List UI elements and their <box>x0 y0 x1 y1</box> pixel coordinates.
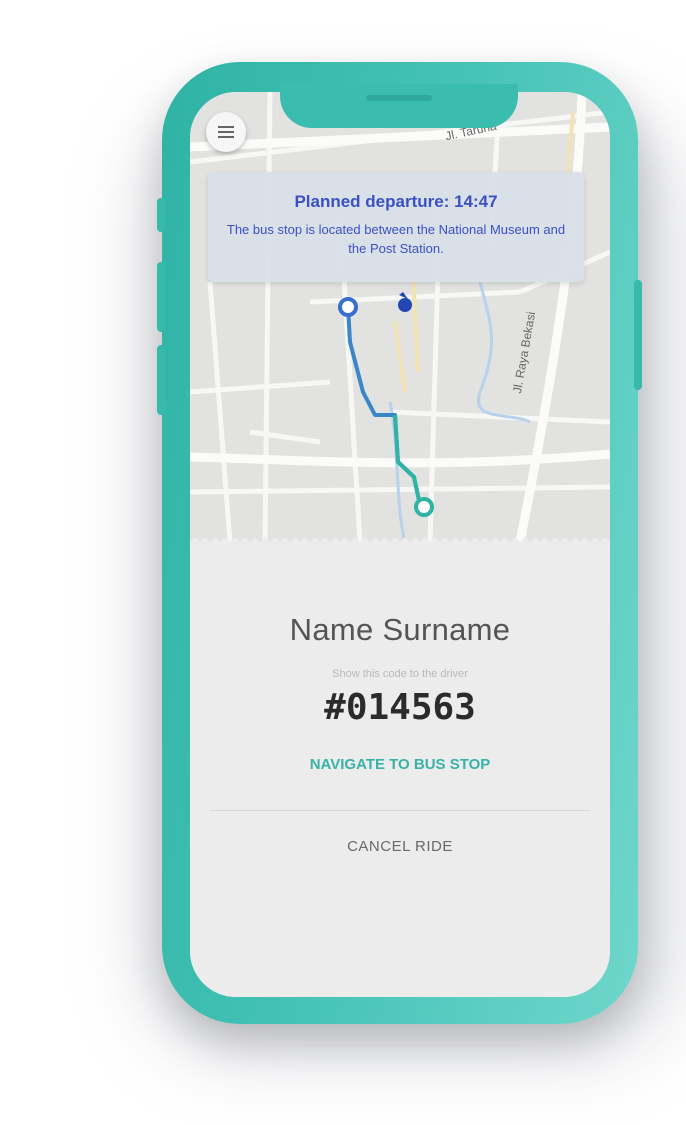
divider <box>210 810 590 811</box>
phone-notch <box>280 84 518 128</box>
user-location-icon <box>398 298 412 312</box>
passenger-name: Name Surname <box>289 612 511 647</box>
departure-time: Planned departure: 14:47 <box>294 192 498 211</box>
bus-stop-description: The bus stop is located between the Nati… <box>226 222 566 256</box>
ride-ticket-panel: Name Surname Show this code to the drive… <box>190 542 610 997</box>
menu-button[interactable] <box>206 112 246 152</box>
cancel-ride-button[interactable]: CANCEL RIDE <box>250 838 550 855</box>
ride-code: #014563 <box>324 687 476 728</box>
route-start-marker-icon[interactable] <box>338 297 358 317</box>
phone-screen: Jl. Taruna Jl. Raya Bekasi Planned depar… <box>190 92 610 997</box>
map-roads <box>190 92 610 542</box>
map-canvas <box>190 92 610 542</box>
bus-route-line <box>346 306 422 506</box>
route-end-marker-icon[interactable] <box>414 497 434 517</box>
code-hint: Show this code to the driver <box>332 668 468 680</box>
power-button <box>634 280 642 390</box>
navigate-to-bus-stop-button[interactable]: NAVIGATE TO BUS STOP <box>250 756 550 773</box>
volume-up-button <box>157 262 165 332</box>
departure-info-card: Planned departure: 14:47 The bus stop is… <box>208 172 584 282</box>
menu-icon <box>218 126 234 128</box>
phone-speaker <box>366 95 432 101</box>
map-main-roads <box>190 92 610 542</box>
menu-icon-line <box>218 136 234 138</box>
volume-down-button <box>157 345 165 415</box>
mute-switch <box>157 198 165 232</box>
route-map[interactable]: Jl. Taruna Jl. Raya Bekasi Planned depar… <box>190 92 610 542</box>
menu-icon-line <box>218 131 234 133</box>
